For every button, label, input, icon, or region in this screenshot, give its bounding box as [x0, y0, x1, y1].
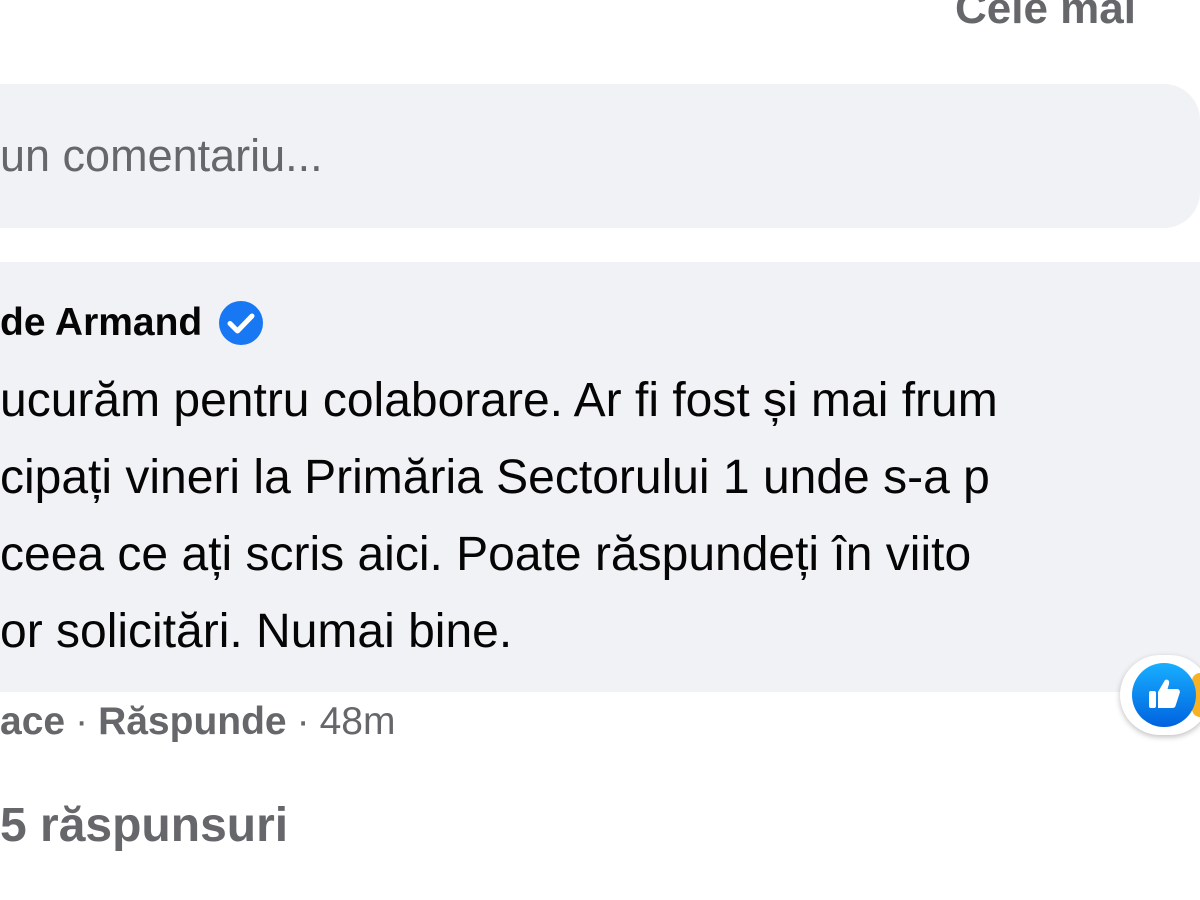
separator-dot: · [75, 700, 89, 743]
sort-comments-dropdown[interactable]: Cele mai [955, 0, 1136, 34]
comment-author: de Armand [0, 300, 264, 346]
view-replies-link[interactable]: 5 răspunsuri [0, 798, 288, 853]
separator-dot: · [296, 700, 310, 743]
comment-text-line: cipați vineri la Primăria Sectorului 1 u… [0, 451, 990, 504]
comments-section: Cele mai un comentariu... de Armand ucur… [0, 0, 1200, 900]
comment-bubble: de Armand ucurăm pentru colaborare. Ar f… [0, 262, 1200, 692]
comment-actions: ace · Răspunde · 48m [0, 700, 395, 744]
reply-action[interactable]: Răspunde [98, 700, 287, 743]
reaction-summary[interactable] [1120, 655, 1200, 735]
comment-text: ucurăm pentru colaborare. Ar fi fost și … [0, 362, 1200, 670]
comment-input[interactable]: un comentariu... [0, 84, 1200, 228]
comment-author-name[interactable]: de Armand [0, 301, 202, 345]
comment-text-line: ceea ce ați scris aici. Poate răspundeți… [0, 528, 972, 581]
verified-badge-icon [218, 300, 264, 346]
like-icon [1132, 663, 1196, 727]
comment-input-placeholder: un comentariu... [0, 130, 323, 181]
comment-text-line: or solicitări. Numai bine. [0, 605, 513, 658]
like-action[interactable]: ace [0, 700, 65, 743]
comment-text-line: ucurăm pentru colaborare. Ar fi fost și … [0, 374, 998, 427]
comment-timestamp[interactable]: 48m [320, 700, 396, 743]
